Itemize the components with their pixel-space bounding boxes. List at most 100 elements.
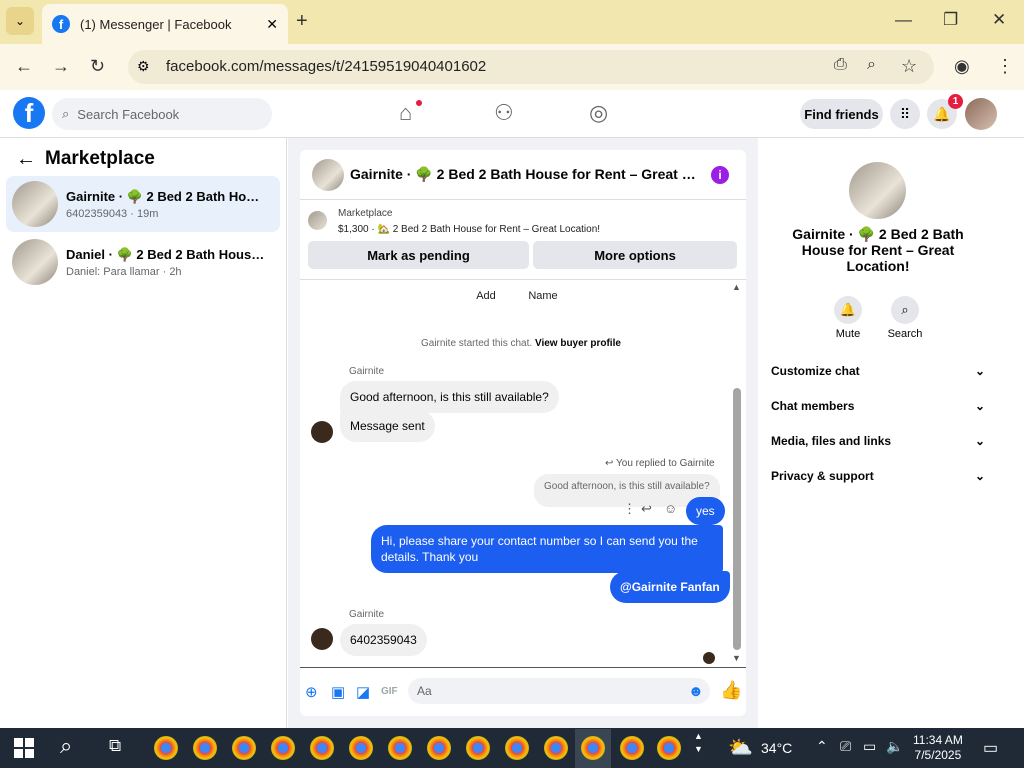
scroll-down-icon[interactable]: ▼	[732, 653, 741, 663]
message-list[interactable]: Add Name ▲ Gairnite started this chat. V…	[300, 279, 746, 668]
scrollbar[interactable]	[733, 388, 741, 650]
conversation-item-gairnite[interactable]: Gairnite · 🌳 2 Bed 2 Bath House for Rent…	[6, 176, 280, 232]
browser-menu-icon[interactable]: ⋮	[996, 56, 1014, 77]
outgoing-message[interactable]: yes	[686, 497, 725, 525]
chat-members-row[interactable]: Chat members ⌄	[771, 393, 985, 419]
facebook-favicon-icon: f	[52, 15, 70, 33]
emoji-icon[interactable]: ☻	[688, 683, 704, 700]
profile-icon[interactable]: ◉	[954, 56, 970, 77]
mute-bell-icon[interactable]: 🔔	[834, 296, 862, 324]
taskbar-search-icon[interactable]: ⌕	[60, 733, 72, 759]
volume-icon[interactable]: 🔈	[886, 738, 903, 755]
chrome-icon[interactable]	[271, 736, 295, 760]
search-icon[interactable]: ⌕	[891, 296, 919, 324]
back-icon[interactable]: ←	[15, 56, 33, 77]
photo-icon[interactable]: ▣	[331, 683, 345, 701]
start-tile	[25, 749, 34, 758]
taskbar-scroll-icon[interactable]: ▲ ▼	[694, 730, 703, 756]
customize-chat-row[interactable]: Customize chat ⌄	[771, 358, 985, 384]
incoming-message[interactable]: Message sent	[340, 410, 435, 442]
browser-tab[interactable]: f (1) Messenger | Facebook ✕	[42, 4, 288, 44]
new-tab-button[interactable]: +	[296, 10, 308, 33]
chrome-icon[interactable]	[388, 736, 412, 760]
chrome-icon[interactable]	[466, 736, 490, 760]
chrome-icon[interactable]	[581, 736, 605, 760]
chrome-icon[interactable]	[154, 736, 178, 760]
find-friends-button[interactable]: Find friends	[800, 99, 883, 129]
avatar[interactable]	[311, 628, 333, 650]
thumbs-up-icon[interactable]: 👍	[720, 680, 742, 701]
facebook-search-input[interactable]: ⌕ Search Facebook	[52, 98, 272, 130]
weather-icon[interactable]: ⛅	[728, 735, 753, 760]
windows-start-icon[interactable]	[14, 738, 34, 758]
chrome-icon[interactable]	[544, 736, 568, 760]
clock[interactable]: 11:34 AM 7/5/2025	[913, 733, 963, 763]
reload-icon[interactable]: ↻	[90, 56, 105, 77]
scroll-up-icon[interactable]: ▲	[732, 282, 741, 292]
info-icon[interactable]: i	[711, 166, 729, 184]
reply-indicator-text: You replied to Gairnite	[616, 458, 715, 469]
forward-icon[interactable]: →	[52, 56, 70, 77]
plus-circle-icon[interactable]: ⊕	[305, 683, 318, 701]
chrome-icon[interactable]	[349, 736, 373, 760]
message-input[interactable]: Aa	[408, 678, 710, 704]
site-info-icon[interactable]: ⚙	[137, 58, 150, 75]
incoming-message[interactable]: 6402359043	[340, 624, 427, 656]
chrome-icon[interactable]	[505, 736, 529, 760]
react-emoji-icon[interactable]: ☺	[664, 501, 677, 516]
gif-icon[interactable]: GIF	[381, 686, 398, 697]
sticker-icon[interactable]: ◪	[356, 683, 370, 701]
notification-center-icon[interactable]: ▭	[983, 738, 998, 758]
menu-grid-icon[interactable]: ⠿	[890, 99, 920, 129]
temperature[interactable]: 34°C	[761, 740, 792, 756]
chat-title: Gairnite · 🌳 2 Bed 2 Bath House for Rent…	[350, 166, 700, 182]
listing-price[interactable]: $1,300 · 🏡 2 Bed 2 Bath House for Rent –…	[338, 224, 600, 235]
chrome-icon[interactable]	[620, 736, 644, 760]
chrome-icon[interactable]	[193, 736, 217, 760]
outgoing-mention-message[interactable]: @Gairnite Fanfan	[610, 571, 730, 603]
task-view-icon[interactable]: ⧉	[109, 736, 121, 756]
friends-icon[interactable]: ⚇	[494, 100, 514, 126]
bookmark-star-icon[interactable]: ☆	[901, 56, 917, 77]
url-text[interactable]: facebook.com/messages/t/2415951904040160…	[166, 58, 486, 75]
media-files-links-row[interactable]: Media, files and links ⌄	[771, 428, 985, 454]
tab-search-chevron-icon[interactable]: ⌄	[6, 7, 34, 35]
reply-icon[interactable]: ↩	[641, 501, 652, 517]
minimize-button[interactable]: —	[895, 10, 912, 30]
chat-header[interactable]: Gairnite · 🌳 2 Bed 2 Bath House for Rent…	[300, 150, 746, 200]
conversation-item-daniel[interactable]: Daniel · 🌳 2 Bed 2 Bath House for Rent –…	[6, 234, 280, 290]
chrome-icon[interactable]	[427, 736, 451, 760]
marketplace-label: Marketplace	[338, 208, 393, 219]
install-app-icon[interactable]: ⎙	[834, 56, 847, 74]
meet-now-icon[interactable]: ⎚	[840, 738, 851, 755]
sender-name: Gairnite	[349, 609, 385, 620]
more-actions-icon[interactable]: ⋮	[623, 501, 636, 517]
mark-as-pending-button[interactable]: Mark as pending	[308, 241, 529, 269]
close-window-button[interactable]: ✕	[992, 10, 1006, 30]
outgoing-message[interactable]: Hi, please share your contact number so …	[371, 525, 723, 573]
name-circle-icon[interactable]	[531, 279, 555, 280]
tray-chevron-icon[interactable]: ⌃	[816, 738, 828, 755]
avatar[interactable]	[965, 98, 997, 130]
network-icon[interactable]: ▭	[863, 738, 876, 755]
privacy-support-row[interactable]: Privacy & support ⌄	[771, 463, 985, 489]
groups-icon[interactable]: ◎	[589, 100, 608, 126]
chrome-icon[interactable]	[232, 736, 256, 760]
maximize-button[interactable]: ❐	[943, 10, 958, 30]
avatar[interactable]	[311, 421, 333, 443]
add-circle-icon[interactable]	[474, 279, 498, 280]
zoom-icon[interactable]: ⌕	[867, 56, 876, 74]
view-buyer-profile-link[interactable]: View buyer profile	[535, 338, 621, 349]
more-options-button[interactable]: More options	[533, 241, 737, 269]
chevron-down-icon: ⌄	[974, 399, 985, 413]
back-arrow-icon[interactable]: ←	[16, 148, 36, 171]
chrome-icon[interactable]	[310, 736, 334, 760]
facebook-logo-icon[interactable]: f	[13, 97, 45, 129]
conversation-title: Gairnite · 🌳 2 Bed 2 Bath House for Rent…	[66, 188, 266, 204]
search-icon: ⌕	[62, 106, 70, 121]
chrome-icon[interactable]	[657, 736, 681, 760]
close-tab-icon[interactable]: ✕	[266, 16, 278, 33]
home-icon[interactable]: ⌂	[399, 100, 412, 126]
row-label: Customize chat	[771, 364, 860, 378]
incoming-message[interactable]: Good afternoon, is this still available?	[340, 381, 559, 413]
